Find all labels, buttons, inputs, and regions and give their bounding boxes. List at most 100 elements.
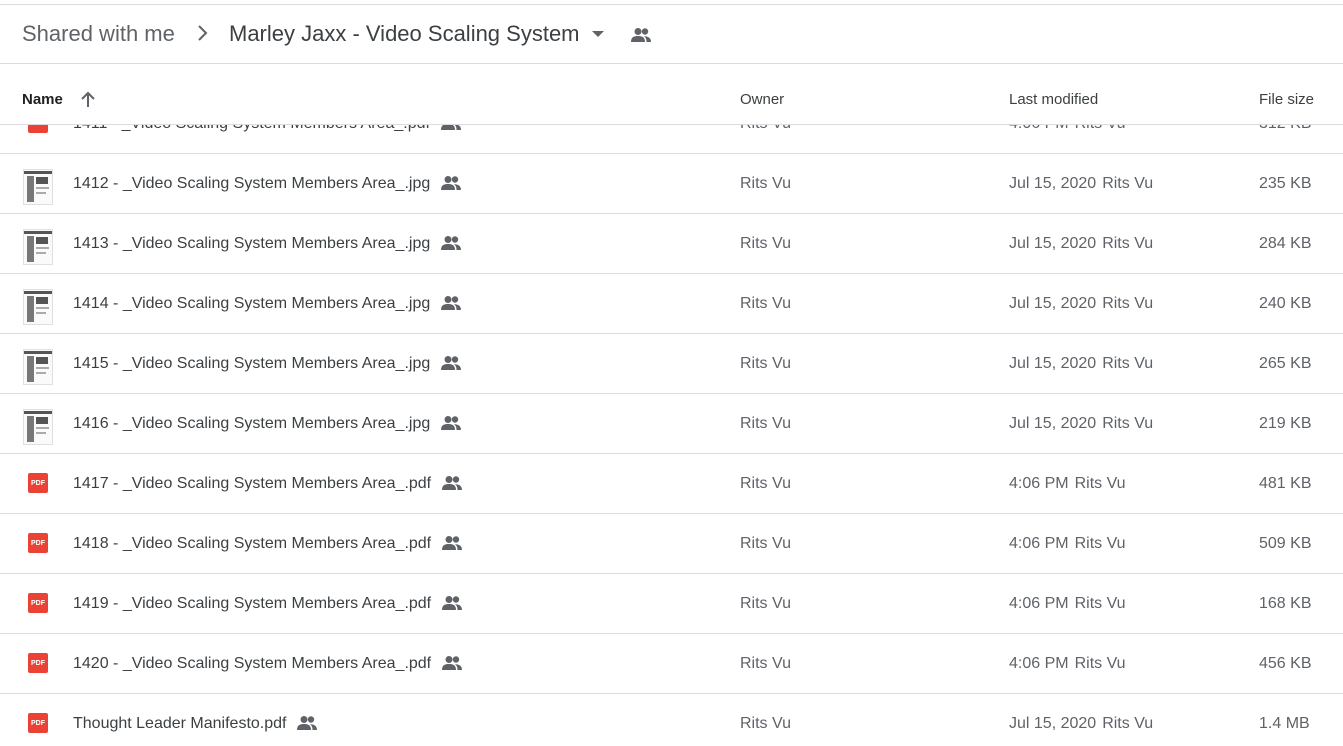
thumbnail-part xyxy=(36,417,48,424)
arrow-drop-down-icon[interactable] xyxy=(592,31,604,37)
file-name: 1417 - _Video Scaling System Members Are… xyxy=(73,475,432,492)
image-thumbnail-icon xyxy=(22,289,54,325)
file-name: 1415 - _Video Scaling System Members Are… xyxy=(73,355,431,372)
thumbnail-part xyxy=(36,187,49,189)
pdf-badge-label: PDF xyxy=(28,473,48,493)
pdf-file-icon: PDF xyxy=(22,529,54,561)
file-owner: Rits Vu xyxy=(740,415,791,432)
thumbnail-part xyxy=(27,176,34,202)
file-owner: Rits Vu xyxy=(740,295,791,312)
modified-date: Jul 15, 2020 xyxy=(1009,295,1097,312)
file-row[interactable]: PDF 1420 - _Video Scaling System Members… xyxy=(0,634,1343,694)
file-last-modified: Jul 15, 2020 Rits Vu xyxy=(1009,235,1153,253)
file-last-modified: Jul 15, 2020 Rits Vu xyxy=(1009,715,1153,733)
people-icon xyxy=(442,656,463,670)
file-owner: Rits Vu xyxy=(740,235,791,252)
file-last-modified: Jul 15, 2020 Rits Vu xyxy=(1009,175,1153,193)
people-icon xyxy=(441,356,462,370)
thumbnail-part xyxy=(36,177,48,184)
pdf-file-icon: PDF xyxy=(22,589,54,621)
thumbnail-part xyxy=(27,296,34,322)
pdf-file-icon: PDF xyxy=(22,469,54,501)
people-icon xyxy=(442,596,463,610)
file-owner: Rits Vu xyxy=(740,655,791,672)
column-header-last-modified[interactable]: Last modified xyxy=(1009,91,1098,108)
thumbnail-part xyxy=(36,247,49,249)
thumbnail-part xyxy=(24,351,52,354)
file-size: 265 KB xyxy=(1259,355,1312,372)
modified-by: Rits Vu xyxy=(1102,415,1154,432)
pdf-badge-label: PDF xyxy=(28,653,48,673)
image-thumbnail xyxy=(23,169,53,205)
column-header-owner[interactable]: Owner xyxy=(740,91,784,108)
file-row[interactable]: PDF Thought Leader Manifesto.pdf Rits Vu… xyxy=(0,694,1343,746)
people-icon xyxy=(442,476,463,490)
people-icon xyxy=(631,28,651,42)
thumbnail-part xyxy=(36,427,49,429)
people-icon xyxy=(297,716,318,730)
file-last-modified: 4:06 PM Rits Vu xyxy=(1009,595,1126,613)
pdf-badge-label: PDF xyxy=(28,713,48,733)
file-size: 219 KB xyxy=(1259,415,1312,432)
image-thumbnail xyxy=(23,289,53,325)
column-header-name[interactable]: Name xyxy=(22,91,63,108)
thumbnail-part xyxy=(27,356,34,382)
chevron-right-icon xyxy=(198,25,208,41)
thumbnail-part xyxy=(36,372,46,374)
file-owner: Rits Vu xyxy=(740,535,791,552)
breadcrumb-current-folder[interactable]: Marley Jaxx - Video Scaling System xyxy=(229,21,580,47)
modified-date: 4:06 PM xyxy=(1009,535,1069,552)
file-last-modified: Jul 15, 2020 Rits Vu xyxy=(1009,415,1153,433)
thumbnail-part xyxy=(36,237,48,244)
column-header-row: Name Owner Last modified File size xyxy=(0,64,1343,125)
pdf-file-icon: PDF xyxy=(22,649,54,681)
file-row[interactable]: PDF 1417 - _Video Scaling System Members… xyxy=(0,454,1343,514)
file-owner: Rits Vu xyxy=(740,595,791,612)
file-last-modified: Jul 15, 2020 Rits Vu xyxy=(1009,295,1153,313)
people-icon xyxy=(441,416,462,430)
people-icon xyxy=(441,236,462,250)
pdf-file-icon: PDF xyxy=(22,709,54,741)
drive-file-list-window: Shared with me Marley Jaxx - Video Scali… xyxy=(0,0,1343,746)
file-owner: Rits Vu xyxy=(740,175,791,192)
breadcrumb-root-shared-with-me[interactable]: Shared with me xyxy=(22,21,175,47)
file-size: 240 KB xyxy=(1259,295,1312,312)
thumbnail-part xyxy=(24,231,52,234)
breadcrumb: Shared with me Marley Jaxx - Video Scali… xyxy=(0,5,1343,64)
file-owner: Rits Vu xyxy=(740,355,791,372)
file-name: 1418 - _Video Scaling System Members Are… xyxy=(73,535,432,552)
file-last-modified: 4:06 PM Rits Vu xyxy=(1009,475,1126,493)
file-size: 509 KB xyxy=(1259,535,1312,552)
people-icon xyxy=(441,176,462,190)
file-name: 1419 - _Video Scaling System Members Are… xyxy=(73,595,432,612)
file-size: 456 KB xyxy=(1259,655,1312,672)
file-row[interactable]: 1412 - _Video Scaling System Members Are… xyxy=(0,154,1343,214)
people-icon xyxy=(441,296,462,310)
thumbnail-part xyxy=(36,297,48,304)
thumbnail-part xyxy=(36,367,49,369)
file-size: 235 KB xyxy=(1259,175,1312,192)
file-row[interactable]: 1414 - _Video Scaling System Members Are… xyxy=(0,274,1343,334)
arrow-upward-icon[interactable] xyxy=(79,90,97,110)
pdf-badge-label: PDF xyxy=(28,593,48,613)
image-thumbnail xyxy=(23,229,53,265)
modified-by: Rits Vu xyxy=(1102,355,1154,372)
file-row[interactable]: PDF 1419 - _Video Scaling System Members… xyxy=(0,574,1343,634)
file-row[interactable]: 1413 - _Video Scaling System Members Are… xyxy=(0,214,1343,274)
thumbnail-part xyxy=(36,432,46,434)
column-header-file-size[interactable]: File size xyxy=(1259,91,1314,108)
file-name: 1416 - _Video Scaling System Members Are… xyxy=(73,415,431,432)
modified-date: Jul 15, 2020 xyxy=(1009,355,1097,372)
file-row[interactable]: 1415 - _Video Scaling System Members Are… xyxy=(0,334,1343,394)
image-thumbnail-icon xyxy=(22,349,54,385)
thumbnail-part xyxy=(27,416,34,442)
thumbnail-part xyxy=(36,252,46,254)
file-row[interactable]: 1416 - _Video Scaling System Members Are… xyxy=(0,394,1343,454)
file-name: 1420 - _Video Scaling System Members Are… xyxy=(73,655,432,672)
file-row[interactable]: PDF 1418 - _Video Scaling System Members… xyxy=(0,514,1343,574)
thumbnail-part xyxy=(24,291,52,294)
thumbnail-part xyxy=(36,192,46,194)
modified-by: Rits Vu xyxy=(1074,595,1126,612)
modified-date: 4:06 PM xyxy=(1009,655,1069,672)
modified-by: Rits Vu xyxy=(1102,715,1154,732)
